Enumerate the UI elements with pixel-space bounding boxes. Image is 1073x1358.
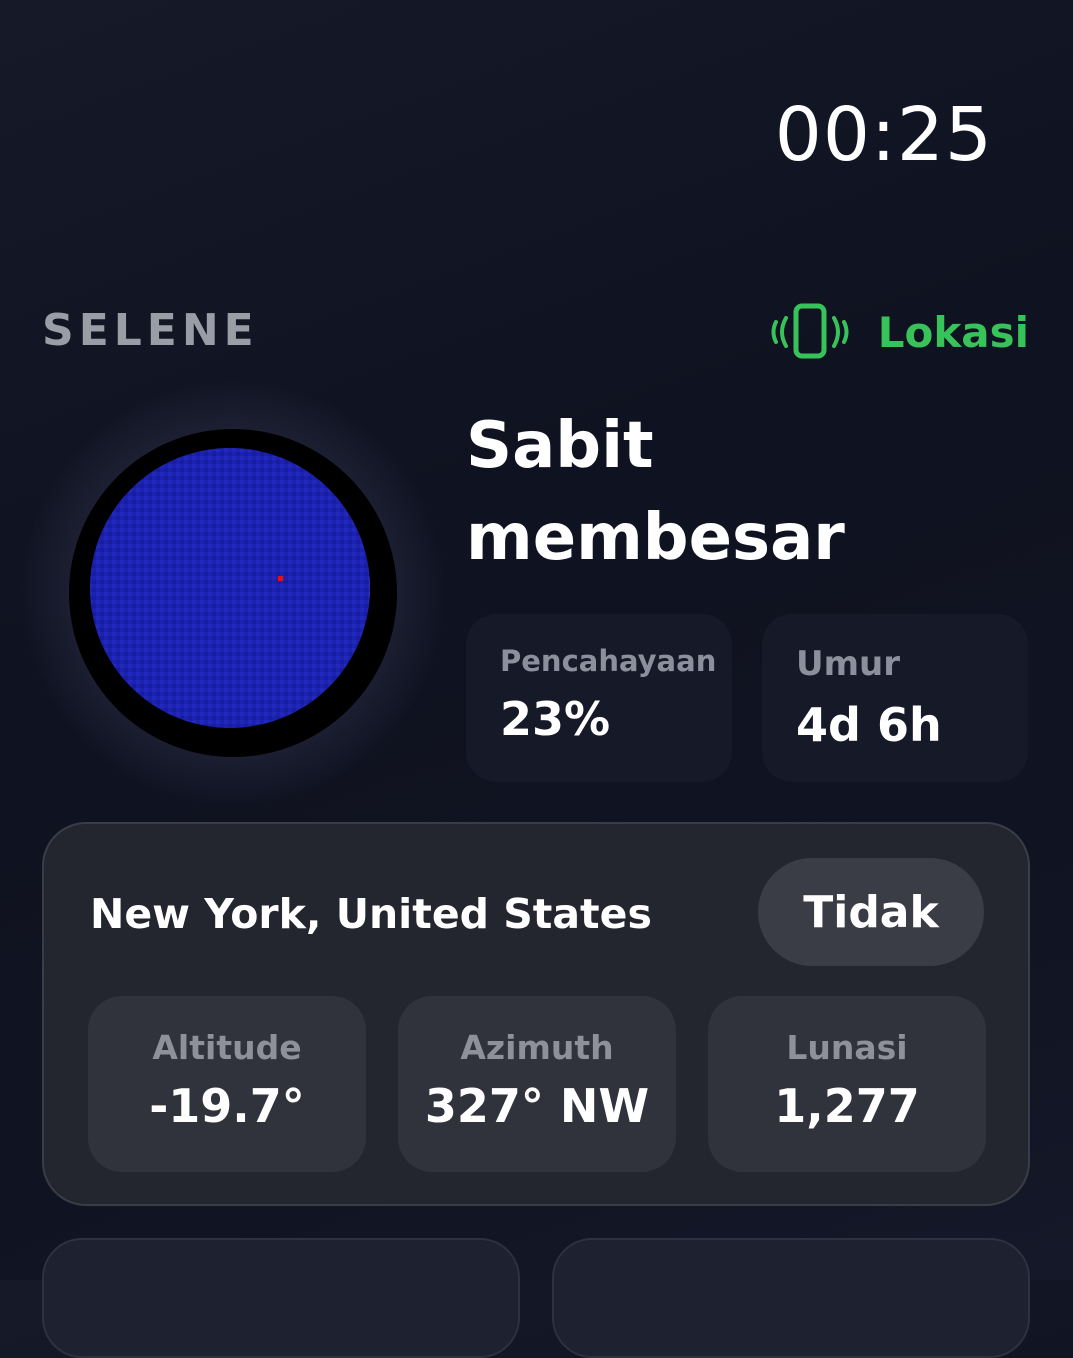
age-label: Umur xyxy=(796,644,901,684)
illumination-card: Pencahayaan 23% xyxy=(466,614,732,782)
location-button-label: Lokasi xyxy=(877,307,1029,357)
age-value: 4d 6h xyxy=(796,698,942,752)
bottom-card-left[interactable] xyxy=(42,1238,520,1358)
lunation-card: Lunasi 1,277 xyxy=(708,996,986,1172)
clock: 00:25 xyxy=(774,92,993,178)
age-card: Umur 4d 6h xyxy=(762,614,1028,782)
bottom-card-right[interactable] xyxy=(552,1238,1030,1358)
lunation-value: 1,277 xyxy=(774,1079,920,1133)
altitude-label: Altitude xyxy=(152,1028,302,1067)
moon-phase-name: Sabit membesar xyxy=(466,409,845,575)
moon-phase-image xyxy=(22,382,444,804)
app-title: SELENE xyxy=(42,305,259,356)
azimuth-label: Azimuth xyxy=(460,1028,614,1067)
illumination-value: 23% xyxy=(500,692,611,746)
lunation-label: Lunasi xyxy=(786,1028,908,1067)
azimuth-card: Azimuth 327° NW xyxy=(398,996,676,1172)
tidak-toggle-button[interactable]: Tidak xyxy=(758,858,984,966)
illumination-label: Pencahayaan xyxy=(500,644,717,678)
location-title: New York, United States xyxy=(90,890,652,938)
phone-vibrate-icon xyxy=(766,302,854,362)
azimuth-value: 327° NW xyxy=(424,1079,650,1133)
altitude-value: -19.7° xyxy=(149,1079,305,1133)
location-button[interactable]: Lokasi xyxy=(766,302,1029,362)
altitude-card: Altitude -19.7° xyxy=(88,996,366,1172)
location-panel: New York, United States Tidak Altitude -… xyxy=(42,822,1030,1206)
